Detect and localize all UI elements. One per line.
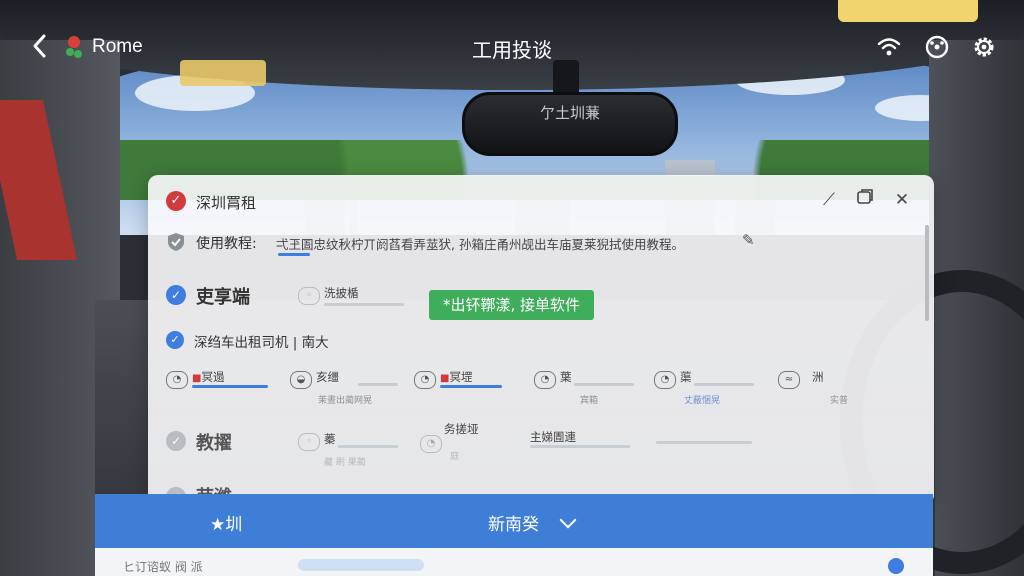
option-icon: ◦ xyxy=(298,433,320,451)
driver-label: 深绉车出租司机 | 南大 xyxy=(194,335,329,351)
car-icon: ◔ xyxy=(654,371,676,389)
item-label: 蓁 xyxy=(324,432,336,446)
item-sub: 藏 刷 果蔺 xyxy=(324,458,366,468)
option-label-text: 冥遢 xyxy=(201,370,225,384)
section-title: 吏享端 xyxy=(196,287,250,308)
pencil-icon[interactable]: ✎ xyxy=(742,231,755,249)
car-icon: ◒ xyxy=(290,371,312,389)
option-icon: ◔ xyxy=(420,435,442,453)
option-sub: 茉晝出蔺网晃 xyxy=(318,396,373,406)
option-item[interactable]: ◔ 蕖 丈蔽悃晃 xyxy=(654,370,764,406)
option-label: ■冥堽 xyxy=(440,369,472,385)
option-label: 亥缰 xyxy=(316,370,339,384)
divider xyxy=(148,267,934,268)
check-icon: ✓ xyxy=(166,191,186,211)
option-bar xyxy=(440,385,502,388)
promo-badge[interactable]: *出钚鞹漾, 接单软件 xyxy=(429,290,595,320)
check-icon: ✓ xyxy=(166,331,184,349)
handshake-icon: ≈ xyxy=(778,371,800,389)
steering-wheel-icon[interactable] xyxy=(924,34,950,60)
option-bar xyxy=(574,383,634,386)
bottom-sheet-pill[interactable] xyxy=(298,559,424,571)
wifi-icon[interactable] xyxy=(876,34,902,60)
item-sub: 庭 xyxy=(450,452,460,462)
top-bar: Rome 工用投谈 xyxy=(0,24,1024,70)
item-bar xyxy=(338,445,398,448)
option-item[interactable]: ◔ ■冥遢 xyxy=(166,369,276,405)
check-icon: ✓ xyxy=(166,431,186,451)
tutorial-underline xyxy=(278,253,310,256)
item-label: 务搓垭 xyxy=(444,422,479,436)
section-item[interactable]: ◦ 蓁 藏 刷 果蔺 xyxy=(298,432,408,468)
window-icon[interactable] xyxy=(854,189,876,211)
option-label: ■冥遢 xyxy=(192,369,224,385)
section-item[interactable]: 主娣圊連 xyxy=(504,430,634,465)
bottom-sheet-text: ヒ订谘蚁 阀 派 xyxy=(123,560,203,574)
option-item[interactable]: ◔ 葉 宾箱 xyxy=(534,370,644,406)
bottom-center-dropdown[interactable]: 新南癸 xyxy=(488,510,539,535)
option-sub: 丈蔽悃晃 xyxy=(684,396,721,406)
divider xyxy=(148,413,934,414)
item-bar xyxy=(324,303,404,306)
mirror-text: 亇土圳蒹 xyxy=(539,104,600,122)
car-icon: ◔ xyxy=(166,371,188,389)
car-icon: ◔ xyxy=(414,371,436,389)
option-label: 葉 xyxy=(560,370,572,384)
option-bar xyxy=(358,383,398,386)
chevron-down-icon[interactable] xyxy=(559,511,577,529)
shield-icon xyxy=(166,231,186,253)
option-item[interactable]: ◔ ■冥堽 xyxy=(414,369,524,405)
option-bar xyxy=(694,383,754,386)
option-sub: 宾箱 xyxy=(580,396,599,406)
pin-icon[interactable]: ⟋ xyxy=(818,189,840,211)
option-label: 蕖 xyxy=(680,370,692,384)
item-bar xyxy=(530,445,630,448)
tutorial-text: 弌玊圄忠纹秋柠丌阏萏看弄莁犾, 孙箱庄甬州觇出车庙夏莱猊拭使用教程。 xyxy=(276,237,684,252)
option-sub: 实普 xyxy=(830,396,849,406)
panel-title: 深圳​罥租 xyxy=(196,194,257,212)
bottom-sheet: ヒ订谘蚁 阀 派 xyxy=(95,548,933,576)
gear-icon[interactable] xyxy=(971,34,997,60)
check-icon: ✓ xyxy=(166,285,186,305)
app-panel: ✓ 深圳​罥租 ⟋ ✕ 使用教程: 弌玊圄忠纹秋柠丌阏萏看弄莁犾, 孙箱庄甬州觇… xyxy=(148,175,934,505)
option-label: 洲 xyxy=(812,370,824,384)
option-icon: ◦ xyxy=(298,287,320,305)
section-item[interactable]: ◦ 洗披楯 xyxy=(298,286,408,321)
bottom-bar: ★圳 新南癸 xyxy=(95,494,933,548)
tutorial-row: 使用教程: 弌玊圄忠纹秋柠丌阏萏看弄莁犾, 孙箱庄甬州觇出车庙夏莱猊拭使用教程。 xyxy=(166,231,766,256)
option-item[interactable]: ≈ 洲 实普 xyxy=(778,370,888,406)
option-bar xyxy=(192,385,268,388)
bottom-sheet-dot[interactable] xyxy=(888,558,904,574)
item-bar xyxy=(656,441,752,444)
windshield-sticker xyxy=(838,0,978,22)
bottom-left-button[interactable]: ★圳 xyxy=(210,510,242,535)
car-icon: ◔ xyxy=(534,371,556,389)
scrollbar[interactable] xyxy=(925,225,929,321)
section-title: 教擢 xyxy=(196,433,232,454)
item-label: 洗披楯 xyxy=(324,286,359,300)
option-item[interactable]: ◒ 亥缰 茉晝出蔺网晃 xyxy=(290,370,400,406)
page-title: 工用投谈 xyxy=(472,38,552,62)
item-label: 主娣圊連 xyxy=(530,430,576,444)
option-label-text: 冥堽 xyxy=(449,370,473,384)
tutorial-label: 使用教程: xyxy=(196,236,257,252)
close-icon[interactable]: ✕ xyxy=(891,189,913,211)
